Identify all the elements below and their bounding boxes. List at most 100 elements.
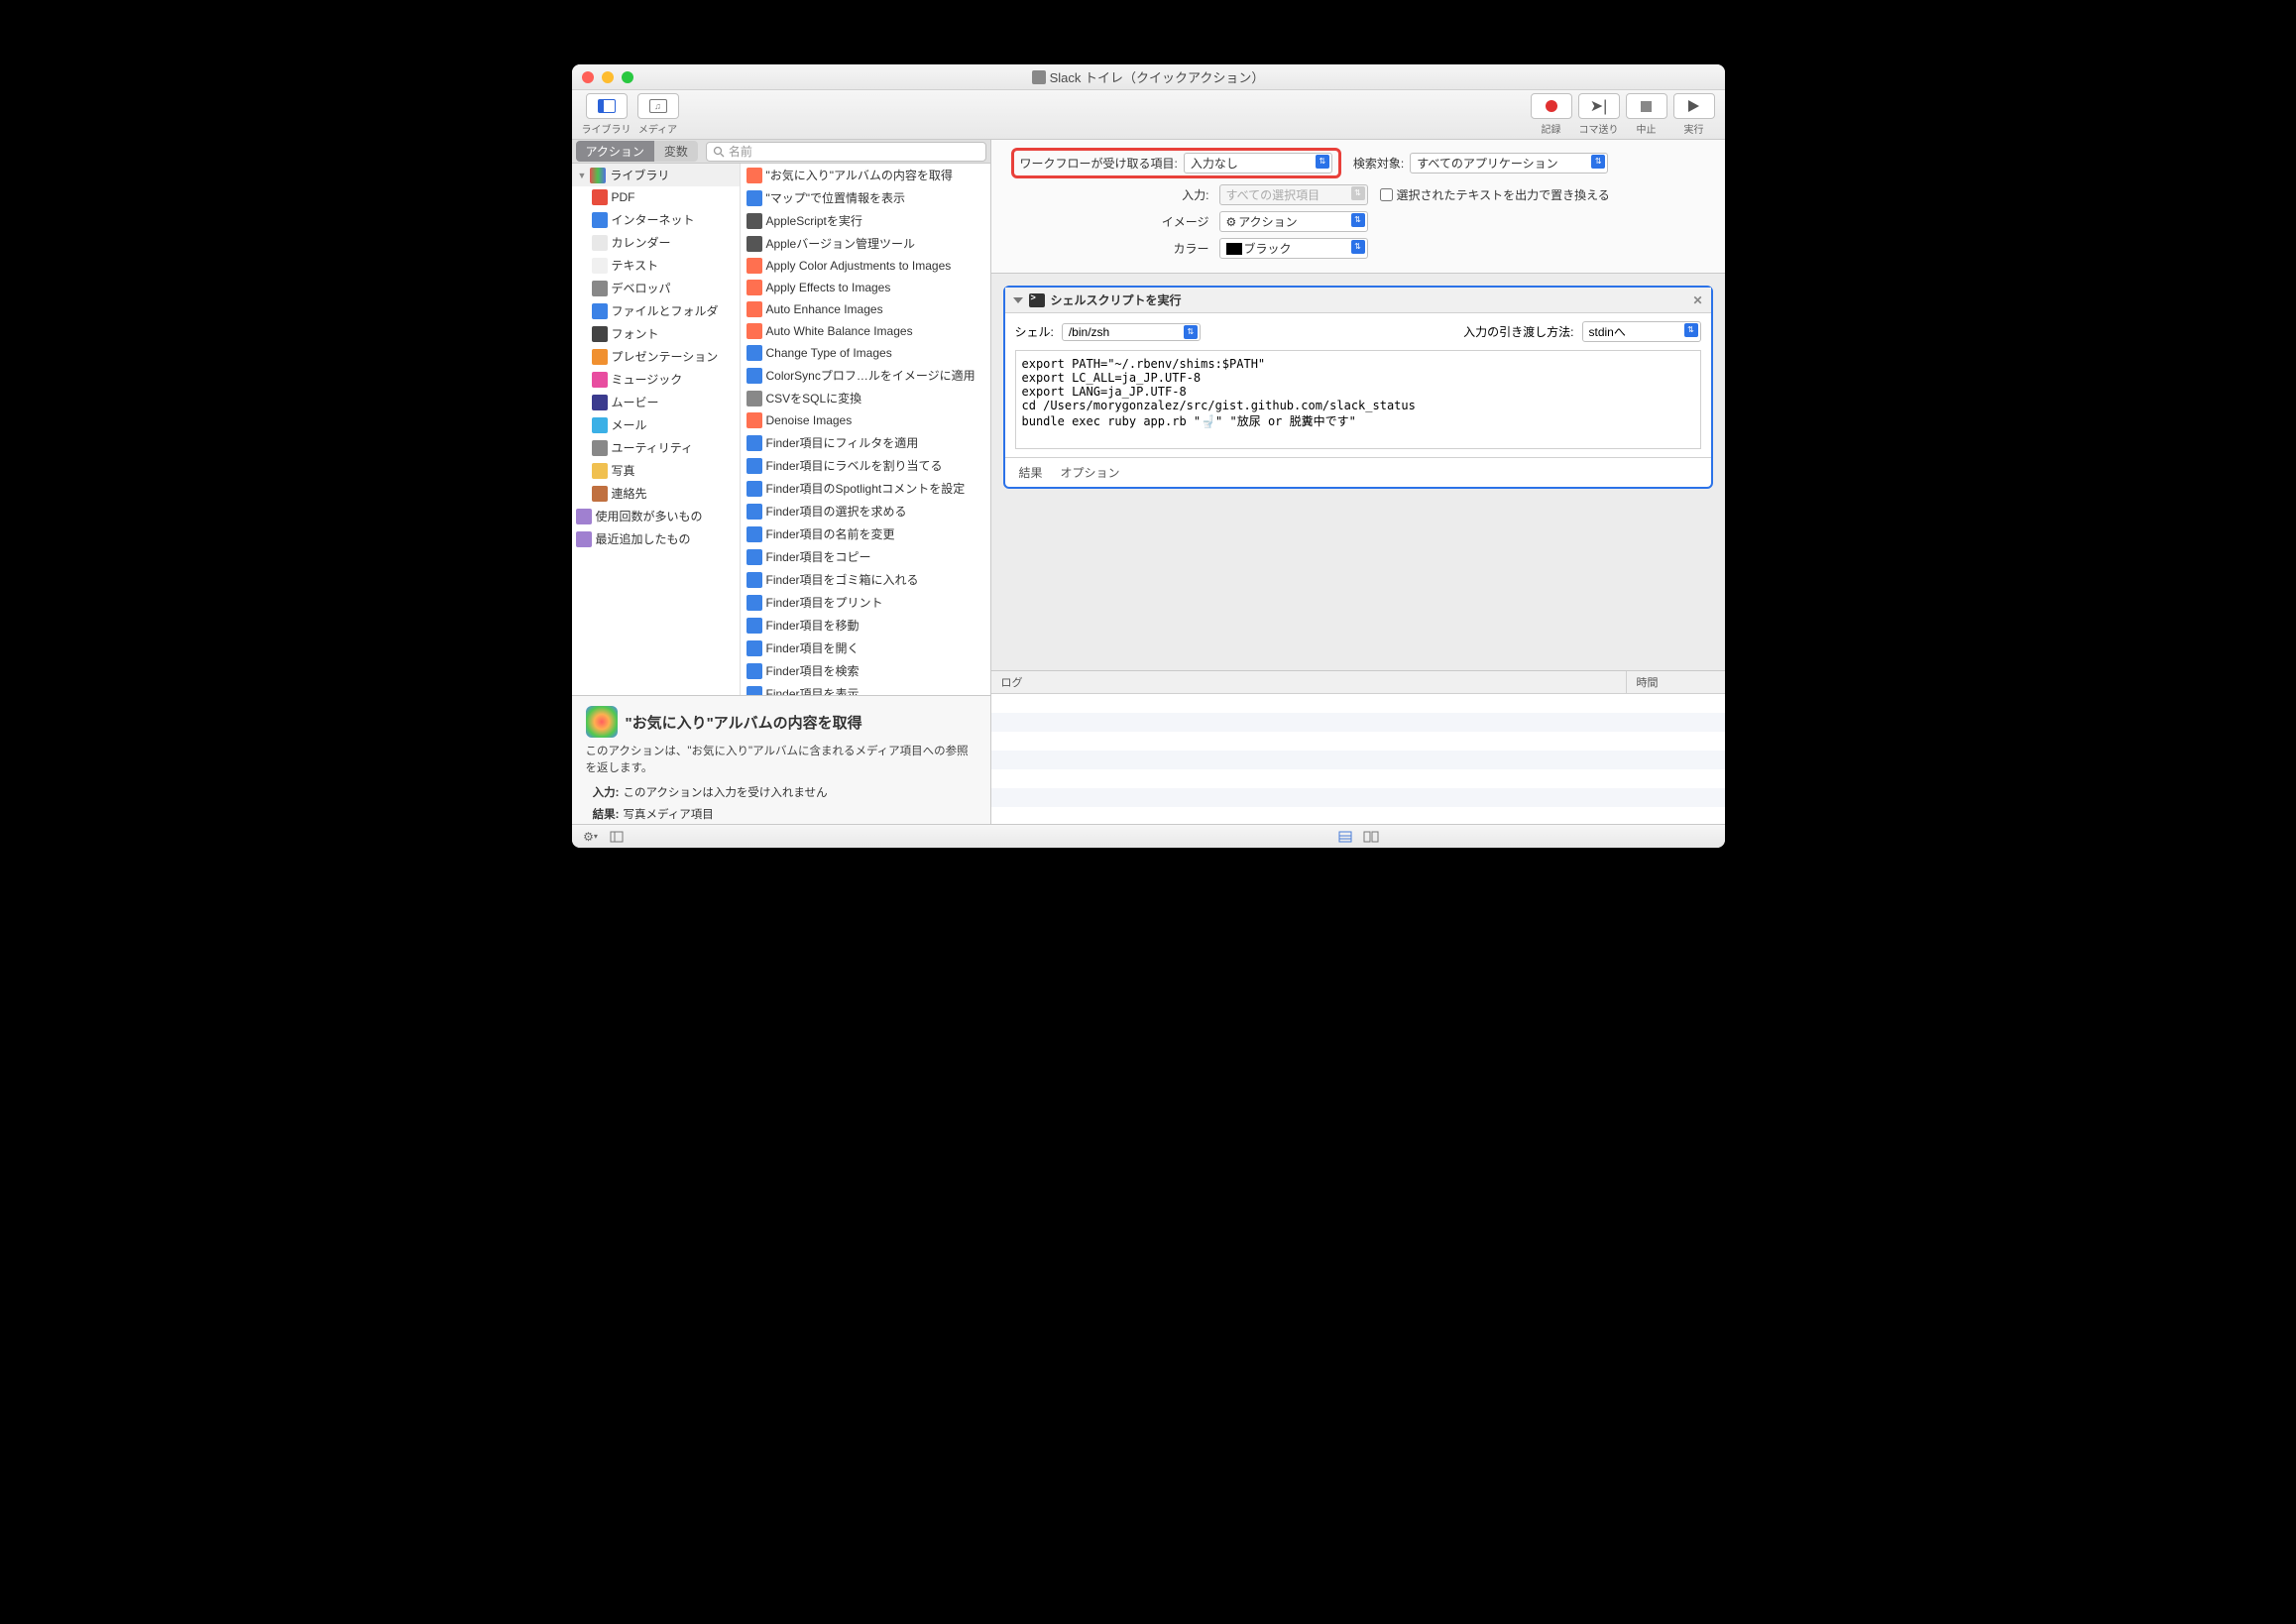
library-item[interactable]: テキスト [572,254,740,277]
action-item[interactable]: Auto White Balance Images [741,320,990,342]
library-item[interactable]: フォント [572,322,740,345]
action-item[interactable]: Apply Color Adjustments to Images [741,255,990,277]
library-item[interactable]: デベロッパ [572,277,740,299]
search-field[interactable]: 名前 [706,142,986,162]
color-swatch [1226,243,1242,255]
shell-script-action: シェルスクリプトを実行 ✕ シェル: /bin/zsh⇅ 入力の引き渡し方法: … [1003,286,1713,489]
workflow-canvas[interactable]: シェルスクリプトを実行 ✕ シェル: /bin/zsh⇅ 入力の引き渡し方法: … [991,274,1725,670]
action-item[interactable]: ColorSyncプロフ…ルをイメージに適用 [741,364,990,387]
library-label: ライブラリ [582,121,631,136]
action-item[interactable]: Finder項目にフィルタを適用 [741,431,990,454]
action-item[interactable]: Denoise Images [741,409,990,431]
library-item[interactable]: ファイルとフォルダ [572,299,740,322]
action-item[interactable]: Apply Effects to Images [741,277,990,298]
log-header: ログ 時間 [991,671,1725,694]
library-item[interactable]: インターネット [572,208,740,231]
action-item[interactable]: Finder項目のSpotlightコメントを設定 [741,477,990,500]
media-icon: ♫ [649,99,667,113]
time-column[interactable]: 時間 [1626,671,1725,693]
library-item[interactable]: ユーティリティ [572,436,740,459]
action-bottom-bar: 結果 オプション [1005,457,1711,487]
pass-input-select[interactable]: stdinへ⇅ [1582,321,1701,342]
color-label: カラー [1011,240,1209,257]
search-icon [713,146,725,158]
library-item[interactable]: ▼ライブラリ [572,164,740,186]
columns-icon [598,99,616,113]
gear-menu[interactable]: ⚙▾ [582,828,600,846]
script-textarea[interactable]: export PATH="~/.rbenv/shims:$PATH" expor… [1015,350,1701,449]
action-header[interactable]: シェルスクリプトを実行 ✕ [1005,288,1711,313]
automator-window: Slack トイレ（クイックアクション） ライブラリ ♫ メディア 記録 ➤|コ… [572,64,1725,848]
layout-flow-button[interactable] [1362,828,1380,846]
action-description: "お気に入り"アルバムの内容を取得 このアクションは、"お気に入り"アルバムに含… [572,695,990,824]
action-item[interactable]: CSVをSQLに変換 [741,387,990,409]
action-item[interactable]: Finder項目をプリント [741,591,990,614]
library-toggle-button[interactable] [586,93,628,119]
right-panel: ワークフローが受け取る項目: 入力なし⇅ 検索対象: すべてのアプリケーション⇅… [991,140,1725,824]
description-title: "お気に入り"アルバムの内容を取得 [626,712,862,733]
tab-actions[interactable]: アクション [576,141,654,162]
run-button[interactable] [1673,93,1715,119]
action-item[interactable]: Auto Enhance Images [741,298,990,320]
action-item[interactable]: Finder項目の選択を求める [741,500,990,522]
step-button[interactable]: ➤| [1578,93,1620,119]
results-tab[interactable]: 結果 [1019,464,1043,481]
window-title: Slack トイレ（クイックアクション） [572,67,1725,86]
action-item[interactable]: Appleバージョン管理ツール [741,232,990,255]
image-select[interactable]: ⚙アクション⇅ [1219,211,1368,232]
action-item[interactable]: AppleScriptを実行 [741,209,990,232]
image-label: イメージ [1011,213,1209,230]
statusbar: ⚙▾ [572,824,1725,848]
actions-list[interactable]: "お気に入り"アルバムの内容を取得"マップ"で位置情報を表示AppleScrip… [741,164,990,695]
log-rows[interactable] [991,694,1725,813]
variables-toggle[interactable] [608,828,626,846]
record-button[interactable] [1531,93,1572,119]
action-item[interactable]: Change Type of Images [741,342,990,364]
library-item[interactable]: プレゼンテーション [572,345,740,368]
action-item[interactable]: Finder項目を検索 [741,659,990,682]
library-item[interactable]: 使用回数が多いもの [572,505,740,527]
library-item[interactable]: 最近追加したもの [572,527,740,550]
action-item[interactable]: Finder項目にラベルを割り当てる [741,454,990,477]
library-tabs-row: アクション 変数 名前 [572,140,990,164]
tab-variables[interactable]: 変数 [654,141,698,162]
titlebar: Slack トイレ（クイックアクション） [572,64,1725,90]
action-item[interactable]: "お気に入り"アルバムの内容を取得 [741,164,990,186]
action-item[interactable]: Finder項目をゴミ箱に入れる [741,568,990,591]
action-item[interactable]: Finder項目を開く [741,637,990,659]
action-item[interactable]: "マップ"で位置情報を表示 [741,186,990,209]
library-item[interactable]: ムービー [572,391,740,413]
replace-checkbox[interactable]: 選択されたテキストを出力で置き換える [1380,186,1610,203]
options-tab[interactable]: オプション [1061,464,1120,481]
pass-input-label: 入力の引き渡し方法: [1463,323,1573,340]
photos-icon [586,706,618,738]
shell-select[interactable]: /bin/zsh⇅ [1062,323,1201,341]
action-item[interactable]: Finder項目をコピー [741,545,990,568]
log-panel: ログ 時間 [991,670,1725,824]
library-categories[interactable]: ▼ライブラリPDFインターネットカレンダーテキストデベロッパファイルとフォルダフ… [572,164,741,695]
close-action-button[interactable]: ✕ [1692,293,1702,307]
log-column[interactable]: ログ [991,671,1626,693]
action-item[interactable]: Finder項目の名前を変更 [741,522,990,545]
media-toggle-button[interactable]: ♫ [637,93,679,119]
library-item[interactable]: PDF [572,186,740,208]
input-label: 入力: [1011,186,1209,203]
library-item[interactable]: 連絡先 [572,482,740,505]
library-item[interactable]: 写真 [572,459,740,482]
action-title: シェルスクリプトを実行 [1051,291,1182,308]
stop-button[interactable] [1626,93,1667,119]
library-item[interactable]: メール [572,413,740,436]
gear-icon: ⚙ [1226,215,1237,229]
chevron-updown-icon: ⇅ [1684,323,1698,337]
disclosure-triangle-icon[interactable] [1013,297,1023,303]
action-item[interactable]: Finder項目を移動 [741,614,990,637]
search-scope-select[interactable]: すべてのアプリケーション⇅ [1410,153,1608,174]
library-item[interactable]: カレンダー [572,231,740,254]
chevron-updown-icon: ⇅ [1591,155,1605,169]
layout-list-button[interactable] [1336,828,1354,846]
color-select[interactable]: ブラック⇅ [1219,238,1368,259]
chevron-updown-icon: ⇅ [1351,213,1365,227]
action-item[interactable]: Finder項目を表示 [741,682,990,695]
library-item[interactable]: ミュージック [572,368,740,391]
receives-select[interactable]: 入力なし⇅ [1184,153,1332,174]
